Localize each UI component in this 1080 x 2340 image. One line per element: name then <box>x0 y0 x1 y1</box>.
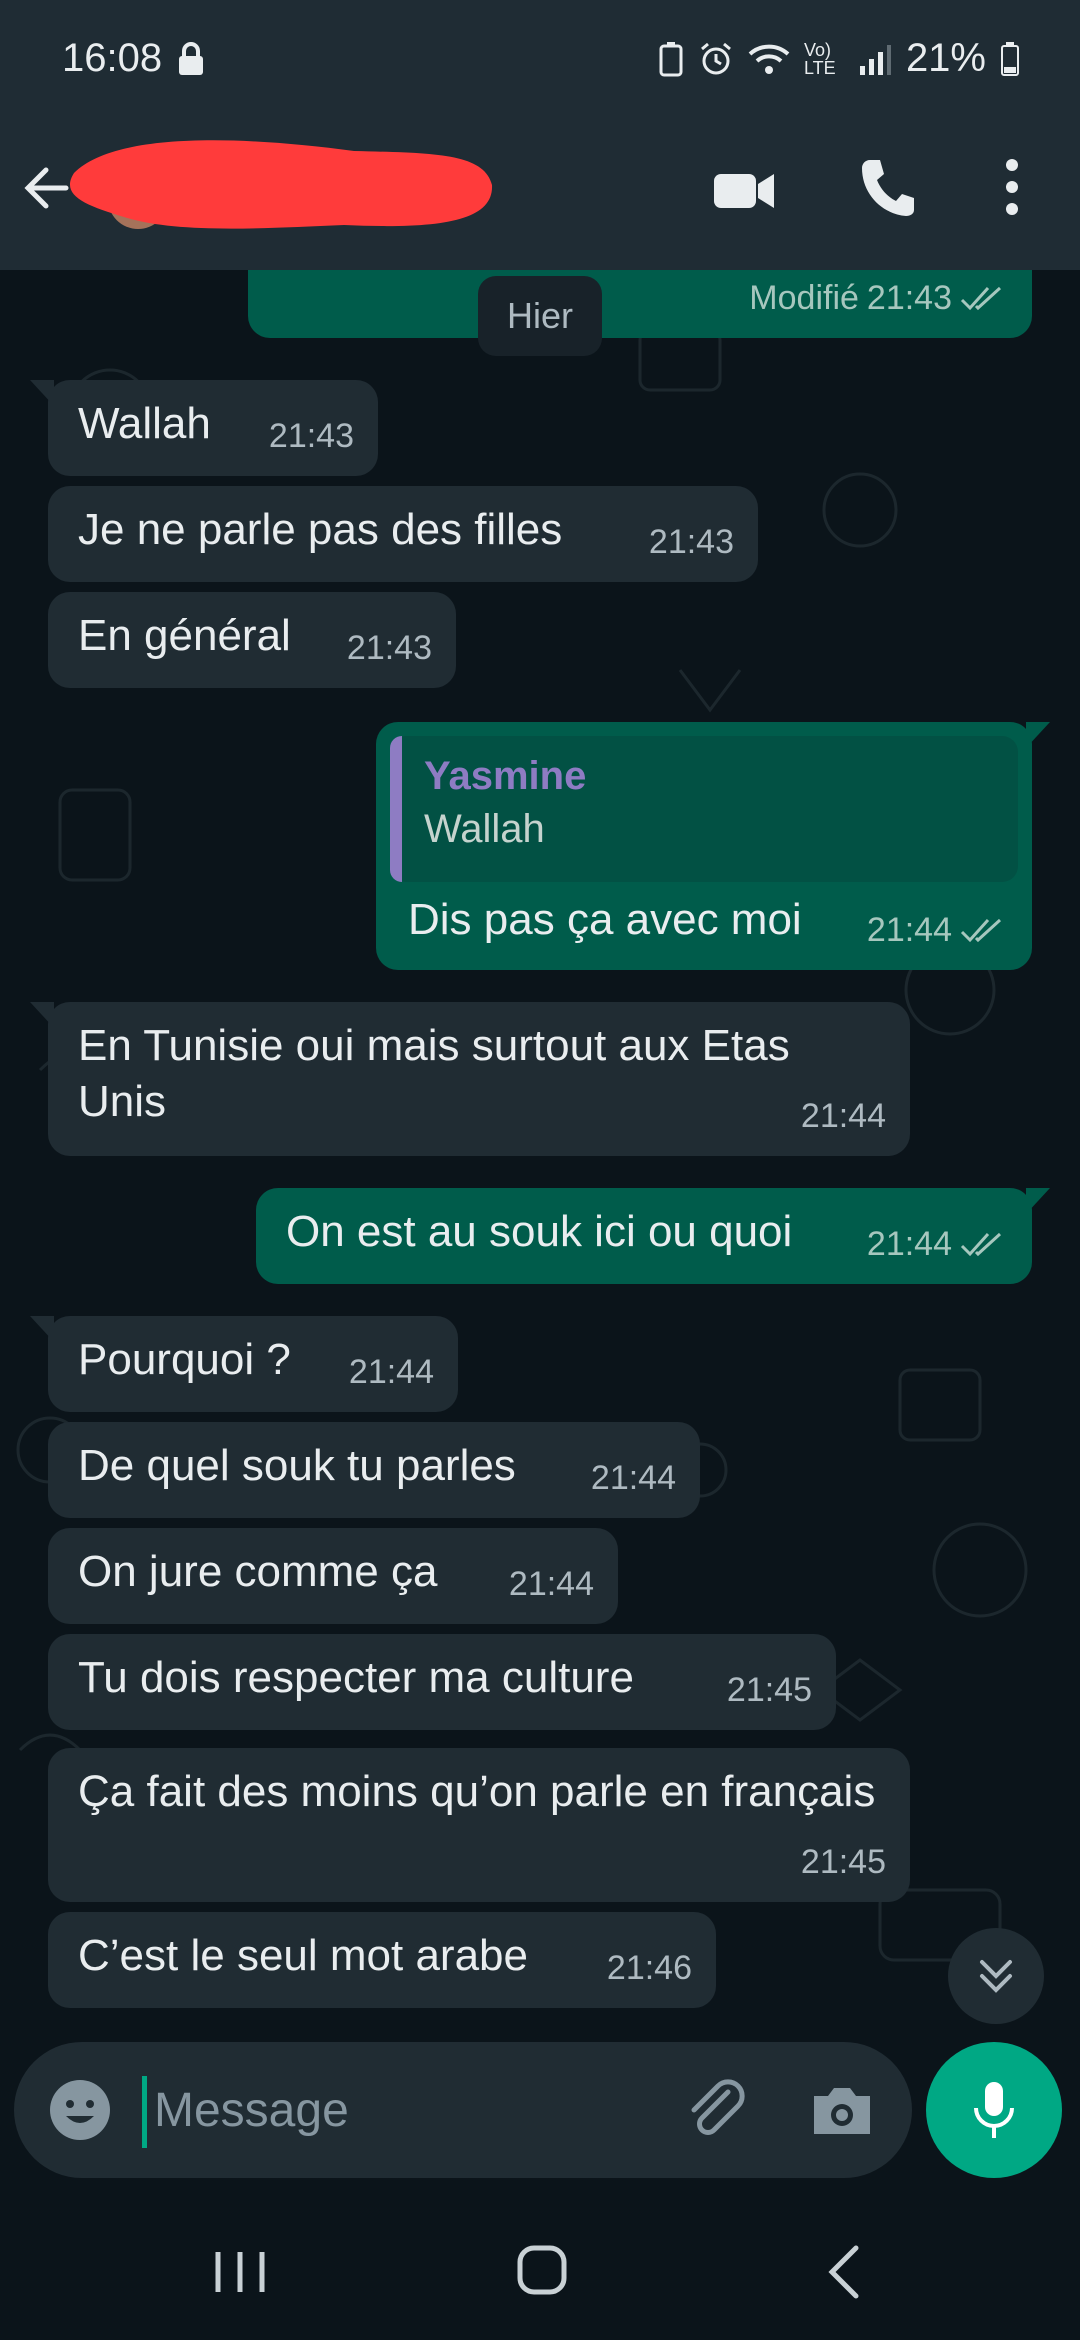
quote-bar <box>390 736 402 882</box>
lock-icon <box>179 41 204 75</box>
message-text: C’est le seul mot arabe <box>78 1931 528 1980</box>
message-text: De quel souk tu parles <box>78 1441 516 1490</box>
message-meta: 21:44 <box>867 902 1008 958</box>
status-icons: Vo) LTE 21% <box>658 36 1020 81</box>
video-call-icon[interactable] <box>712 160 776 220</box>
incoming-message[interactable]: En Tunisie oui mais surtout aux Etas Uni… <box>30 1002 910 1156</box>
message-time: 21:45 <box>800 1843 886 1881</box>
message-time: 21:43 <box>866 279 952 317</box>
emoji-icon[interactable] <box>42 2072 118 2148</box>
recents-icon[interactable] <box>212 2248 268 2296</box>
message-meta: 21:44 <box>509 1556 594 1612</box>
message-meta: Modifié 21:43 <box>749 270 1008 326</box>
battery-saver-icon <box>659 41 683 76</box>
message-meta: 21:45 <box>801 1834 886 1890</box>
message-text: Pourquoi ? <box>78 1335 291 1384</box>
incoming-message[interactable]: Tu dois respecter ma culture 21:45 <box>48 1634 836 1730</box>
nav-back-icon[interactable] <box>824 2242 864 2302</box>
date-chip: Hier <box>478 276 602 356</box>
edited-label: Modifié <box>749 279 859 317</box>
camera-icon[interactable] <box>804 2072 880 2148</box>
status-time-group: 16:08 <box>62 36 206 81</box>
phone-icon[interactable] <box>858 156 916 218</box>
message-time: 21:43 <box>648 523 734 561</box>
message-meta: 21:44 <box>867 1216 1008 1272</box>
microphone-button[interactable] <box>926 2042 1062 2178</box>
message-text: On est au souk ici ou quoi <box>286 1207 793 1256</box>
message-time: 21:44 <box>800 1097 886 1135</box>
quote-text: Wallah <box>424 807 545 851</box>
message-time: 21:44 <box>866 911 952 949</box>
message-text: Je ne parle pas des filles <box>78 505 563 554</box>
quoted-message[interactable]: Yasmine Wallah <box>390 736 1018 882</box>
message-meta: 21:44 <box>349 1344 434 1400</box>
message-time: 21:43 <box>268 417 354 455</box>
outgoing-message[interactable]: On est au souk ici ou quoi 21:44 <box>256 1188 1050 1284</box>
incoming-message[interactable]: Je ne parle pas des filles 21:43 <box>48 486 758 582</box>
more-options-icon[interactable] <box>1004 158 1020 216</box>
status-bar: 16:08 Vo) LTE 21% <box>0 0 1080 130</box>
home-icon[interactable] <box>516 2242 568 2298</box>
wifi-icon <box>748 44 790 74</box>
chat-header <box>0 130 1080 270</box>
quote-author: Yasmine <box>424 754 587 798</box>
network-label: Vo) LTE <box>803 39 836 78</box>
message-meta: 21:43 <box>649 514 734 570</box>
scroll-down-icon <box>980 1960 1012 1993</box>
message-text: Wallah <box>78 399 211 448</box>
message-text: En général <box>78 611 291 660</box>
incoming-message[interactable]: De quel souk tu parles 21:44 <box>48 1422 700 1518</box>
message-input[interactable] <box>154 2072 654 2148</box>
message-text: Tu dois respecter ma culture <box>78 1653 634 1702</box>
message-meta: 21:43 <box>347 620 432 676</box>
redacted-contact-name[interactable] <box>54 133 494 243</box>
double-check-icon <box>960 918 1002 943</box>
alarm-icon <box>700 42 731 74</box>
message-meta: 21:43 <box>269 408 354 464</box>
incoming-message[interactable]: Pourquoi ? 21:44 <box>30 1316 458 1412</box>
microphone-icon <box>974 2082 1014 2138</box>
incoming-message[interactable]: C’est le seul mot arabe 21:46 <box>48 1912 716 2008</box>
battery-percent: 21% <box>905 36 986 80</box>
partial-outgoing-message[interactable]: Modifié 21:43 <box>248 270 1032 338</box>
message-text: Ça fait des moins qu’on parle en françai… <box>78 1767 876 1816</box>
message-time: 21:44 <box>508 1565 594 1603</box>
message-meta: 21:44 <box>591 1450 676 1506</box>
incoming-message[interactable]: Wallah 21:43 <box>30 380 378 476</box>
message-composer <box>14 2042 912 2178</box>
message-meta: 21:45 <box>727 1662 812 1718</box>
message-text: On jure comme ça <box>78 1547 438 1596</box>
double-check-icon <box>960 286 1002 311</box>
text-caret <box>142 2076 147 2148</box>
message-time: 21:45 <box>726 1671 812 1709</box>
message-time: 21:43 <box>346 629 432 667</box>
incoming-message[interactable]: En général 21:43 <box>48 592 456 688</box>
incoming-message[interactable]: Ça fait des moins qu’on parle en françai… <box>48 1748 910 1902</box>
message-time: 21:44 <box>348 1353 434 1391</box>
double-check-icon <box>960 1232 1002 1257</box>
scroll-to-bottom-button[interactable] <box>948 1928 1044 2024</box>
message-meta: 21:44 <box>801 1088 886 1144</box>
message-time: 21:46 <box>606 1949 692 1987</box>
chat-area[interactable]: Modifié 21:43 Hier Wallah 21:43 Je ne pa… <box>0 270 1080 2040</box>
system-navigation-bar <box>0 2196 1080 2340</box>
status-time: 16:08 <box>62 36 163 80</box>
message-text: En Tunisie oui mais surtout aux Etas Uni… <box>78 1021 790 1126</box>
message-text: Dis pas ça avec moi <box>408 895 802 944</box>
message-time: 21:44 <box>866 1225 952 1263</box>
outgoing-reply-message[interactable]: Yasmine Wallah Dis pas ça avec moi 21:44 <box>376 722 1050 970</box>
message-meta: 21:46 <box>607 1940 692 1996</box>
message-time: 21:44 <box>590 1459 676 1497</box>
incoming-message[interactable]: On jure comme ça 21:44 <box>48 1528 618 1624</box>
attachment-icon[interactable] <box>678 2072 754 2148</box>
battery-icon <box>1001 41 1019 76</box>
signal-icon <box>859 44 891 75</box>
